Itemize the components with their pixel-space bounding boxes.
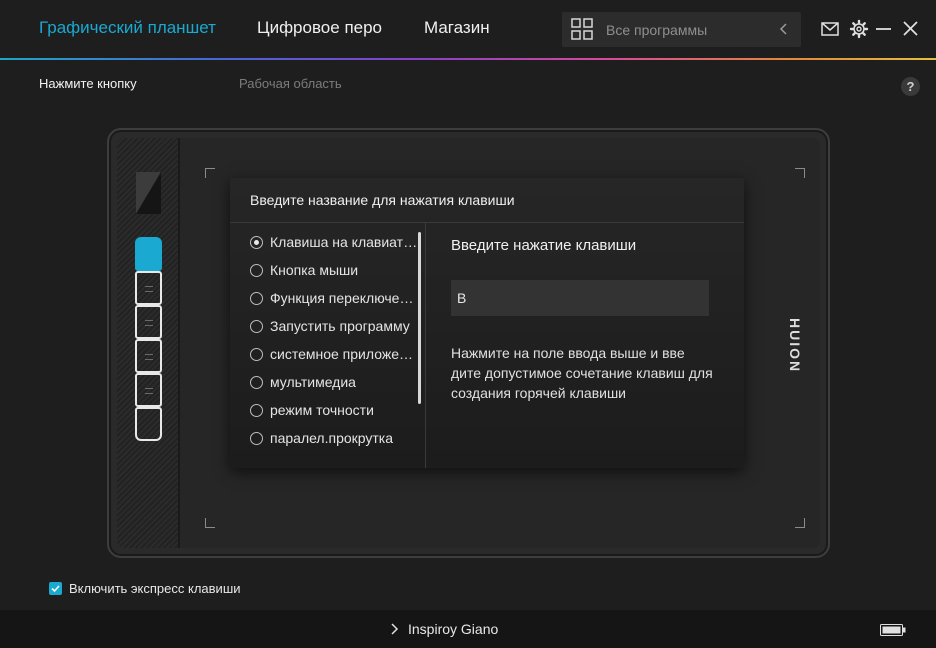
key-assignment-dialog: Введите название для нажатия клавиши Кла…: [230, 178, 744, 468]
battery-icon: [880, 624, 906, 636]
express-keys-checkbox[interactable]: [49, 582, 62, 595]
radio[interactable]: [250, 264, 263, 277]
close-icon[interactable]: [901, 19, 921, 39]
radio[interactable]: [250, 432, 263, 445]
subtab-press-key[interactable]: Нажмите кнопку: [39, 76, 137, 91]
express-key-6[interactable]: [135, 407, 162, 441]
radio[interactable]: [250, 376, 263, 389]
keystroke-input[interactable]: [451, 280, 709, 316]
chevron-right-icon[interactable]: [390, 622, 399, 636]
option-mouse-button[interactable]: Кнопка мыши: [250, 261, 420, 281]
dialog-title: Введите название для нажатия клавиши: [250, 192, 515, 208]
mail-icon[interactable]: [820, 19, 840, 39]
function-type-list: Клавиша на клавиатуре Кнопка мыши Функци…: [230, 223, 425, 468]
radio[interactable]: [250, 404, 263, 417]
minimize-icon[interactable]: [874, 19, 894, 39]
device-footer: Inspiroy Giano: [0, 610, 936, 648]
express-key-strip: [117, 138, 180, 548]
option-parallel-scroll[interactable]: паралел.прокрутка: [250, 429, 420, 449]
express-key-4[interactable]: [135, 339, 162, 373]
area-corner-top-right: [795, 168, 805, 178]
option-system-app[interactable]: системное приложение: [250, 345, 420, 365]
program-search: [562, 12, 801, 47]
top-bar: Графический планшет Цифровое перо Магази…: [0, 0, 936, 58]
program-search-input[interactable]: [606, 12, 766, 47]
radio[interactable]: [250, 292, 263, 305]
tab-graphic-tablet[interactable]: Графический планшет: [39, 18, 216, 38]
area-corner-top-left: [205, 168, 215, 178]
list-scrollbar[interactable]: [418, 232, 421, 404]
express-key-2[interactable]: [135, 271, 162, 305]
help-button[interactable]: ?: [901, 77, 920, 96]
radio[interactable]: [250, 348, 263, 361]
option-multimedia[interactable]: мультимедиа: [250, 373, 420, 393]
tablet-brand-logo: HUION: [787, 318, 803, 374]
radio-selected[interactable]: [250, 236, 263, 249]
express-key-5[interactable]: [135, 373, 162, 407]
gear-icon[interactable]: [849, 19, 869, 39]
express-keys-label: Включить экспресс клавиши: [69, 581, 241, 596]
header-divider: [0, 58, 936, 60]
option-run-program[interactable]: Запустить программу: [250, 317, 420, 337]
express-key-3[interactable]: [135, 305, 162, 339]
checkmark-icon: [51, 585, 60, 593]
option-keyboard-key[interactable]: Клавиша на клавиатуре: [250, 233, 420, 253]
keystroke-heading: Введите нажатие клавиши: [451, 237, 637, 254]
apps-grid-icon[interactable]: [571, 18, 593, 40]
option-precision-mode[interactable]: режим точности: [250, 401, 420, 421]
dialog-column-divider: [425, 223, 426, 468]
area-corner-bottom-right: [795, 518, 805, 528]
tab-digital-pen[interactable]: Цифровое перо: [257, 18, 382, 38]
device-name[interactable]: Inspiroy Giano: [408, 621, 498, 637]
chevron-left-icon[interactable]: [777, 22, 791, 36]
subtab-work-area[interactable]: Рабочая область: [239, 76, 342, 91]
tab-store[interactable]: Магазин: [424, 18, 490, 38]
option-switch-function[interactable]: Функция переключения: [250, 289, 420, 309]
radio[interactable]: [250, 320, 263, 333]
keystroke-hint: Нажмите на поле ввода выше и вве дите до…: [451, 345, 713, 401]
express-key-1[interactable]: [135, 237, 162, 271]
area-corner-bottom-left: [205, 518, 215, 528]
